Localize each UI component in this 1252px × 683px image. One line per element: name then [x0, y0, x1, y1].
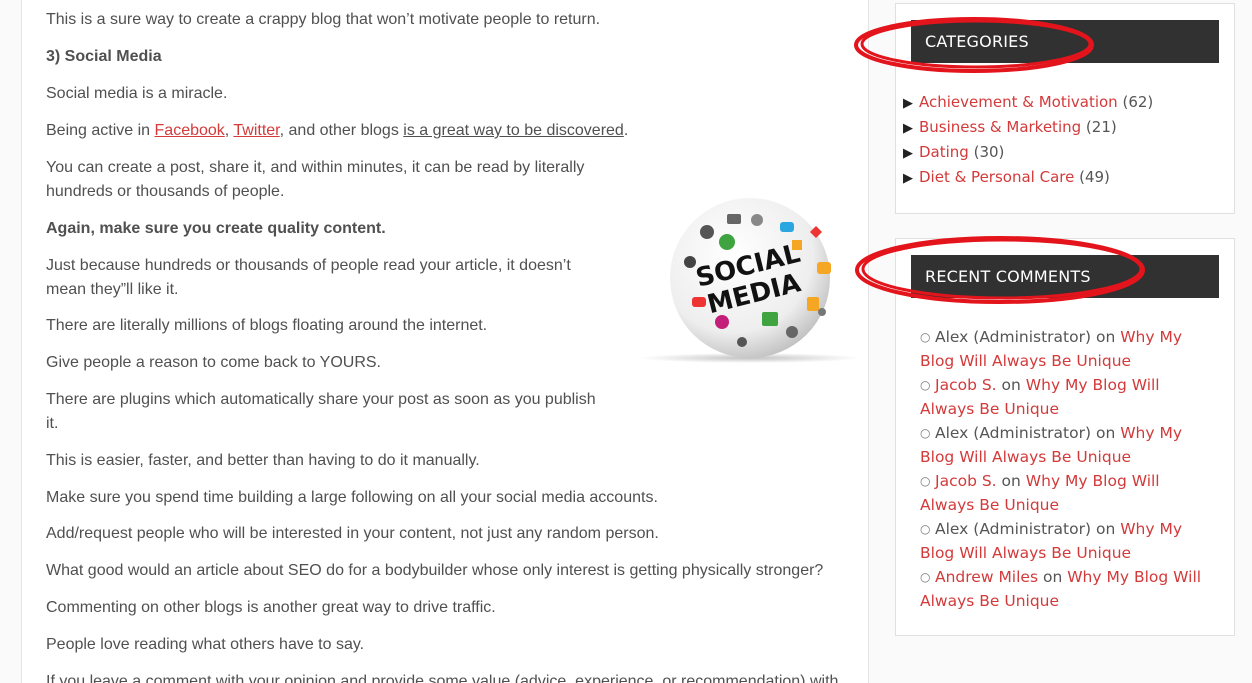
paragraph: Just because hundreds or thousands of pe…: [46, 254, 571, 302]
paragraph: Make sure you spend time building a larg…: [46, 489, 658, 506]
recent-comments-widget: RECENT COMMENTS ○ Alex (Administrator) o…: [895, 238, 1235, 636]
paragraph: Being active in Facebook, Twitter, and o…: [46, 119, 628, 143]
paragraph: There are literally millions of blogs fl…: [46, 317, 488, 334]
comment-on: on: [1042, 568, 1063, 586]
recent-comments-title: RECENT COMMENTS: [911, 255, 1219, 298]
categories-widget: CATEGORIES ▶ Achievement & Motivation (62…: [895, 3, 1235, 214]
comment-item: ○ Alex (Administrator) on Why My Blog Wi…: [920, 517, 1210, 565]
comment-on: on: [1095, 328, 1116, 346]
category-link[interactable]: Achievement & Motivation: [919, 93, 1118, 111]
text: .: [623, 122, 629, 139]
paragraph: What good would an article about SEO do …: [46, 562, 824, 579]
category-count: (21): [1085, 118, 1117, 136]
circle-bullet-icon: ○: [920, 522, 931, 536]
category-link[interactable]: Dating: [919, 143, 969, 161]
category-count: (62): [1122, 93, 1154, 111]
text-line: Just because hundreds or thousands of pe…: [46, 257, 571, 274]
category-link[interactable]: Business & Marketing: [919, 118, 1081, 136]
comment-item: ○ Jacob S. on Why My Blog Will Always Be…: [920, 373, 1210, 421]
text-line: mean they”ll like it.: [46, 281, 179, 298]
article-content: This is a sure way to create a crappy bl…: [21, 0, 869, 683]
section-heading: 3) Social Media: [46, 48, 162, 65]
text-line: hundreds or thousands of people.: [46, 183, 285, 200]
paragraph: You can create a post, share it, and wit…: [46, 156, 584, 204]
circle-bullet-icon: ○: [920, 330, 931, 344]
social-media-globe-image: SOCIAL MEDIA: [640, 198, 860, 363]
comment-author-link[interactable]: Jacob S.: [920, 376, 997, 394]
triangle-bullet-icon: ▶: [903, 171, 913, 186]
paragraph: Commenting on other blogs is another gre…: [46, 599, 496, 616]
comment-item: ○ Andrew Miles on Why My Blog Will Alway…: [920, 565, 1210, 613]
paragraph-bold: Again, make sure you create quality cont…: [46, 220, 386, 237]
triangle-bullet-icon: ▶: [903, 96, 913, 111]
triangle-bullet-icon: ▶: [903, 121, 913, 136]
comment-author-link[interactable]: Jacob S.: [920, 472, 997, 490]
comment-on: on: [1001, 472, 1021, 490]
circle-bullet-icon: ○: [920, 426, 931, 440]
comment-on: on: [1095, 424, 1116, 442]
comment-item: ○ Alex (Administrator) on Why My Blog Wi…: [920, 421, 1210, 469]
comment-on: on: [1095, 520, 1116, 538]
text: Being active in: [46, 122, 155, 139]
text-line: There are plugins which automatically sh…: [46, 391, 596, 408]
paragraph: Social media is a miracle.: [46, 85, 228, 102]
circle-bullet-icon: ○: [920, 378, 931, 392]
categories-title: CATEGORIES: [911, 20, 1219, 63]
paragraph: Add/request people who will be intereste…: [46, 525, 659, 542]
comment-item: ○ Alex (Administrator) on Why My Blog Wi…: [920, 325, 1210, 373]
paragraph: This is a sure way to create a crappy bl…: [46, 11, 601, 28]
triangle-bullet-icon: ▶: [903, 146, 913, 161]
circle-bullet-icon: ○: [920, 474, 931, 488]
comment-author: Alex (Administrator): [935, 424, 1092, 442]
category-item[interactable]: ▶ Achievement & Motivation (62): [903, 92, 1153, 114]
facebook-link[interactable]: Facebook: [155, 122, 225, 139]
text: , and other blogs: [279, 122, 404, 139]
category-item[interactable]: ▶ Dating (30): [903, 142, 1004, 164]
comment-author: Alex (Administrator): [935, 328, 1092, 346]
paragraph: If you leave a comment with your opinion…: [46, 673, 839, 683]
comment-item: ○ Jacob S. on Why My Blog Will Always Be…: [920, 469, 1210, 517]
comment-author: Alex (Administrator): [935, 520, 1092, 538]
category-item[interactable]: ▶ Diet & Personal Care (49): [903, 167, 1110, 189]
category-item[interactable]: ▶ Business & Marketing (21): [903, 117, 1117, 139]
comment-on: on: [1001, 376, 1021, 394]
paragraph: This is easier, faster, and better than …: [46, 452, 480, 469]
paragraph: People love reading what others have to …: [46, 636, 365, 653]
comment-author-link[interactable]: Andrew Miles: [920, 568, 1038, 586]
category-count: (49): [1079, 168, 1110, 186]
category-count: (30): [973, 143, 1005, 161]
discovered-link[interactable]: is a great way to be discovered: [403, 122, 624, 139]
paragraph: Give people a reason to come back to YOU…: [46, 354, 381, 371]
circle-bullet-icon: ○: [920, 570, 931, 584]
category-link[interactable]: Diet & Personal Care: [919, 168, 1074, 186]
twitter-link[interactable]: Twitter: [233, 122, 279, 139]
text-line: You can create a post, share it, and wit…: [46, 159, 585, 176]
paragraph: There are plugins which automatically sh…: [46, 388, 596, 436]
text-line: it.: [46, 415, 59, 432]
